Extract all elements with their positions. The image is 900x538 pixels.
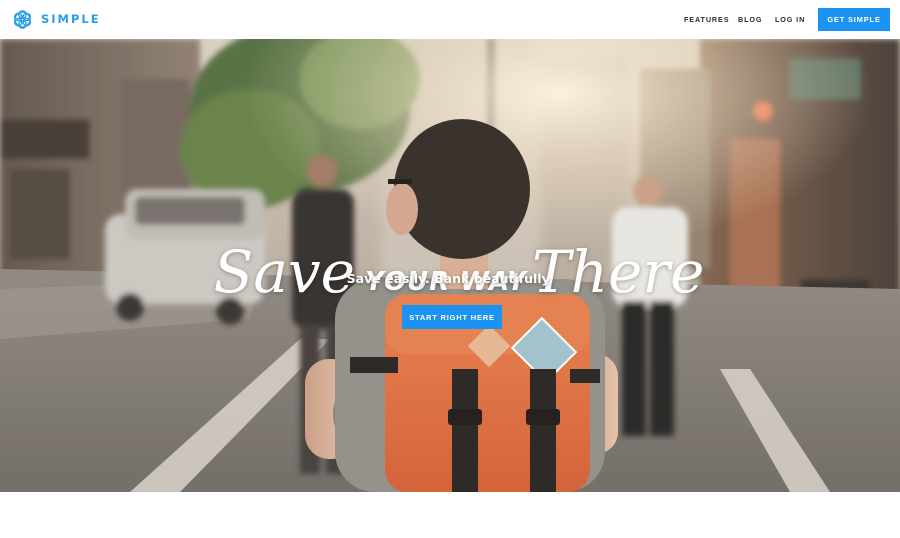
brand-logo[interactable]: SIMPLE (12, 8, 101, 30)
nav-link-blog[interactable]: BLOG (738, 15, 762, 24)
nav-item-login: LOG IN (775, 0, 805, 39)
nav-link-features[interactable]: FEATURES (684, 15, 729, 24)
brand-name: SIMPLE (41, 12, 101, 26)
nav-item-features: FEATURES (684, 0, 729, 39)
start-right-here-button[interactable]: START RIGHT HERE (402, 305, 502, 329)
site-header: SIMPLE FEATURES BLOG LOG IN GET SIMPLE (0, 0, 900, 39)
hero-subheadline: Save easily. Bank beautifully. (346, 271, 554, 286)
below-hero-section (0, 492, 900, 538)
nav-item-blog: BLOG (738, 0, 762, 39)
hero-section: Save YOUR WAY There Save easily. Bank be… (0, 39, 900, 492)
nav-link-login[interactable]: LOG IN (775, 15, 805, 24)
get-simple-button[interactable]: GET SIMPLE (818, 8, 890, 31)
simple-logo-icon (13, 9, 32, 29)
